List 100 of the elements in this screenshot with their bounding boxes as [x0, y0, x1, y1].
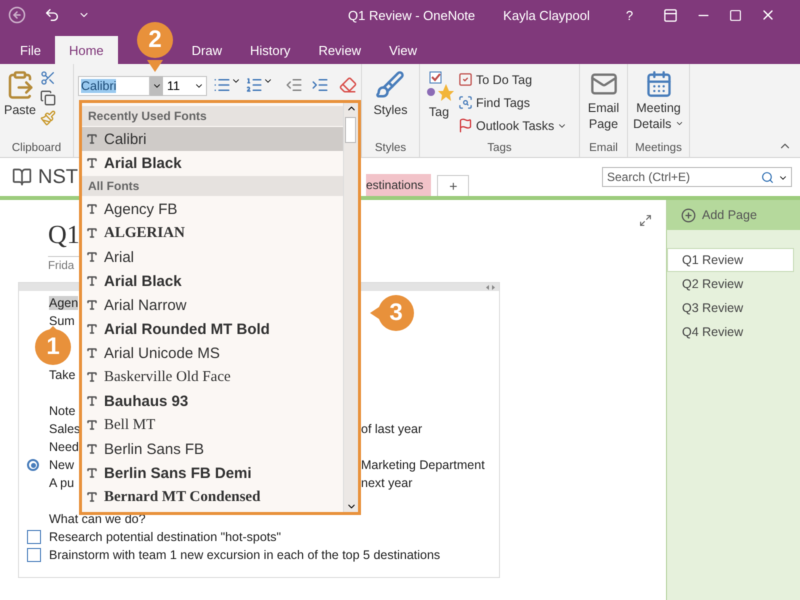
font-icon: [86, 491, 98, 503]
plus-circle-icon: [681, 208, 696, 222]
tag-command[interactable]: Find Tags: [458, 93, 568, 112]
font-icon: [86, 443, 98, 455]
tag-command[interactable]: To Do Tag: [458, 70, 568, 89]
note-text: Take: [49, 368, 76, 382]
ribbon-tab[interactable]: File: [6, 36, 55, 64]
group-label: Email: [588, 142, 619, 156]
font-size-field[interactable]: 11: [163, 76, 207, 96]
section-tab[interactable]: estinations: [366, 174, 432, 196]
tag-icon: [424, 70, 454, 102]
font-icon: [86, 467, 98, 479]
expand-icon[interactable]: [639, 214, 652, 227]
font-icon: [86, 299, 98, 311]
caret-icon: [674, 119, 684, 128]
undo-icon[interactable]: [44, 7, 60, 23]
page-tab[interactable]: Q3 Review: [667, 296, 794, 320]
font-icon: [86, 157, 98, 169]
font-icon: [86, 371, 98, 383]
styles-button[interactable]: Styles: [373, 70, 408, 142]
bullet-list-icon[interactable]: [213, 76, 231, 94]
checkbox[interactable]: [27, 548, 41, 562]
font-option[interactable]: Arial Unicode MS: [82, 341, 343, 365]
help-button[interactable]: ?: [626, 8, 634, 22]
group-label: Tags: [486, 142, 513, 156]
ribbon-tab[interactable]: View: [375, 36, 432, 64]
font-option[interactable]: Arial Black: [82, 269, 343, 293]
font-icon: [86, 227, 98, 239]
font-option[interactable]: Arial Rounded MT Bold: [82, 317, 343, 341]
font-option[interactable]: Arial Black: [82, 151, 343, 175]
font-option[interactable]: Agency FB: [82, 197, 343, 221]
note-text: Sales: [49, 422, 80, 436]
note-text: New: [49, 458, 74, 472]
dropdown-button[interactable]: [150, 76, 163, 96]
ribbon-tab[interactable]: Home: [54, 36, 118, 64]
font-option[interactable]: Berlin Sans FB: [82, 437, 343, 461]
scroll-thumb[interactable]: [345, 117, 356, 143]
notebook-name[interactable]: NST: [38, 166, 78, 188]
user-name: Kayla Claypool: [503, 8, 590, 22]
flag-icon: [458, 118, 473, 133]
outdent-icon[interactable]: [285, 76, 303, 94]
add-page-button[interactable]: Add Page: [667, 200, 800, 230]
resize-arrows-icon[interactable]: [486, 284, 495, 290]
ribbon-tab[interactable]: Draw: [178, 36, 236, 64]
note-text: Agen: [49, 296, 78, 310]
checkbox-icon: [458, 72, 473, 87]
note-text: A pu: [49, 476, 74, 490]
restore-icon[interactable]: [729, 8, 742, 22]
copy-icon[interactable]: [40, 90, 56, 106]
ribbon-tab[interactable]: Review: [304, 36, 376, 64]
font-option[interactable]: Calibri: [82, 127, 343, 151]
group-label: Meetings: [634, 142, 683, 156]
font-option[interactable]: Bernard MT Condensed: [82, 485, 343, 509]
note-text: next year: [361, 476, 412, 490]
font-icon: [86, 323, 98, 335]
font-icon: [86, 419, 98, 431]
font-icon: [86, 203, 98, 215]
page-tab[interactable]: Q2 Review: [667, 272, 794, 296]
group-label: Clipboard: [10, 142, 62, 156]
note-text: Marketing Department: [361, 458, 485, 472]
page-tab[interactable]: Q1 Review: [667, 248, 794, 272]
note-text: Sum: [49, 314, 75, 328]
font-icon: [86, 395, 98, 407]
indent-icon[interactable]: [311, 76, 329, 94]
meeting-details-button[interactable]: Meeting Details: [632, 70, 685, 142]
tag-button[interactable]: Tag: [424, 70, 454, 142]
note-text: Research potential destination "hot-spots": [49, 530, 281, 544]
page-date: Frida: [48, 260, 76, 272]
font-option[interactable]: Bauhaus 93: [82, 389, 343, 413]
ribbon-tab[interactable]: History: [236, 36, 304, 64]
note-text: Need: [49, 440, 79, 454]
note-text: of last year: [361, 422, 422, 436]
list-header: All Fonts: [82, 176, 343, 196]
font-icon: [86, 347, 98, 359]
font-icon: [86, 275, 98, 287]
search-icon: [458, 95, 473, 110]
email-page-button[interactable]: Email Page: [584, 70, 623, 142]
notebook-icon: [12, 167, 32, 187]
font-option[interactable]: Berlin Sans FB Demi: [82, 461, 343, 485]
tag-command[interactable]: Outlook Tasks: [458, 116, 568, 135]
paste-button[interactable]: Paste: [4, 70, 36, 142]
font-option[interactable]: Bell MT: [82, 413, 343, 437]
group-label: Styles: [374, 142, 408, 156]
font-name-field[interactable]: Calibri: [78, 76, 150, 96]
checkbox[interactable]: [27, 530, 41, 544]
font-option[interactable]: Baskerville Old Face: [82, 365, 343, 389]
scissors-icon[interactable]: [40, 70, 56, 86]
note-text: Brainstorm with team 1 new excursion in each of the top 5 destinations: [49, 548, 440, 562]
note-text: Note: [49, 404, 76, 418]
page-tab[interactable]: Q4 Review: [667, 320, 794, 344]
numbered-list-icon[interactable]: [245, 76, 263, 94]
important-tag-icon: [27, 459, 39, 471]
ribbon-display-icon[interactable]: [663, 8, 678, 22]
eraser-icon[interactable]: [339, 76, 357, 94]
search-icon[interactable]: [761, 171, 774, 184]
brush-icon: [375, 70, 406, 100]
back-icon[interactable]: [8, 6, 26, 24]
font-option[interactable]: Arial Narrow: [82, 293, 343, 317]
search-field[interactable]: Search (Ctrl+E): [602, 167, 792, 187]
font-icon: [86, 133, 98, 145]
